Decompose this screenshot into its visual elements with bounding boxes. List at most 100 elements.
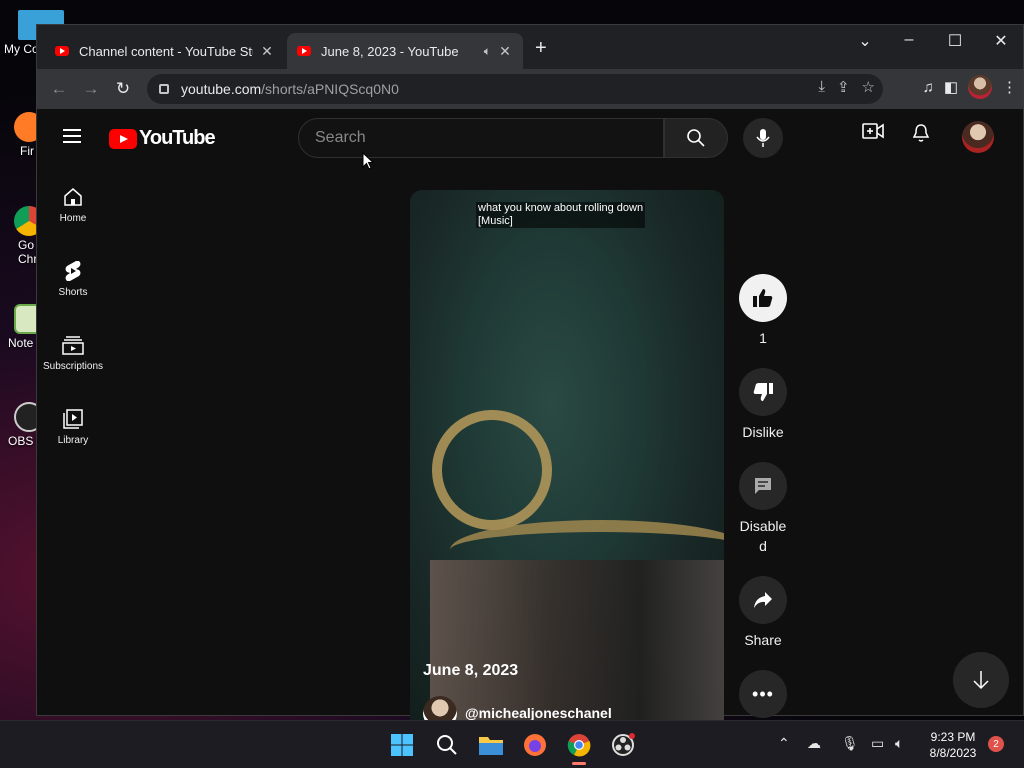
next-short-button[interactable] (953, 652, 1009, 708)
dislike-button[interactable] (739, 368, 787, 416)
install-app-icon[interactable]: ⤓ (818, 78, 825, 96)
library-icon (63, 409, 83, 429)
sidebar-item-library[interactable]: Library (37, 387, 109, 461)
notification-badge[interactable]: 2 (988, 736, 1004, 752)
browser-window: Channel content - YouTube Studio ✕ June … (36, 24, 1024, 730)
tab-bar: Channel content - YouTube Studio ✕ June … (37, 25, 1023, 69)
comments-label: Disable d (738, 516, 788, 556)
channel-handle[interactable]: @michealjoneschanel (465, 705, 612, 721)
taskbar-firefox[interactable] (519, 729, 551, 761)
search-input[interactable]: Search (298, 118, 664, 158)
user-avatar[interactable] (962, 121, 994, 153)
start-button[interactable] (386, 729, 418, 761)
sidebar-item-label: Library (57, 435, 89, 446)
clock-date: 8/8/2023 (929, 746, 977, 760)
taskbar-search-button[interactable] (431, 729, 463, 761)
taskbar-obs[interactable] (607, 729, 639, 761)
forward-button[interactable]: → (75, 79, 107, 99)
desktop-icon-notepad[interactable]: Note (0, 304, 44, 350)
more-horizontal-icon: ••• (752, 683, 774, 704)
show-hidden-icons-chevron-icon[interactable]: ⌃ (778, 735, 790, 752)
short-title: June 8, 2023 (423, 662, 519, 679)
desktop-icon-chrome[interactable]: Go Chr (0, 206, 44, 266)
tab-channel-content[interactable]: Channel content - YouTube Studio ✕ (45, 33, 285, 69)
home-icon (64, 188, 82, 206)
back-button[interactable]: ← (43, 79, 75, 99)
notifications-button[interactable] (912, 123, 930, 143)
logo-wordmark: YouTube (139, 127, 216, 149)
dislike-label: Dislike (742, 424, 784, 440)
media-control-icon[interactable]: ♫ (923, 79, 934, 96)
sidebar-item-shorts[interactable]: Shorts (37, 239, 109, 313)
lock-icon (159, 84, 169, 94)
firefox-icon (524, 734, 546, 756)
bell-icon (912, 124, 930, 142)
more-options-button[interactable]: ••• (739, 670, 787, 718)
search-button[interactable] (664, 118, 728, 158)
system-clock[interactable]: 9:23 PM 8/8/2023 (926, 729, 980, 761)
sidebar-item-home[interactable]: Home (37, 165, 109, 239)
desktop-icon-firefox[interactable]: Fir (0, 112, 44, 158)
tab-title: Channel content - YouTube Studio (79, 43, 253, 59)
youtube-play-icon (109, 128, 137, 149)
caption-line: [Music] (478, 215, 513, 227)
url-host: youtube.com (181, 81, 262, 97)
desktop-icon-label: OBS S (8, 434, 36, 448)
microphone-icon (756, 129, 770, 147)
profile-avatar[interactable] (968, 75, 992, 99)
create-button[interactable] (862, 123, 884, 139)
share-button[interactable] (739, 576, 787, 624)
more-menu-icon[interactable]: ⋮ (1002, 78, 1017, 96)
desktop-icon-label: Go Chr (18, 238, 36, 266)
voice-search-button[interactable] (743, 118, 783, 158)
desktop-icon-label: Fir (20, 144, 34, 158)
comments-label-line: d (759, 538, 767, 554)
desktop-icon-label: My Co (4, 42, 36, 56)
close-window-button[interactable]: ✕ (981, 31, 1021, 51)
desktop-icon-obs[interactable]: OBS S (0, 402, 44, 448)
youtube-page: YouTube Search Home Shorts Subscriptions… (37, 109, 1023, 730)
comment-icon (755, 478, 771, 494)
microphone-icon[interactable]: 🎙︎ (841, 735, 859, 752)
taskbar-file-explorer[interactable] (475, 729, 507, 761)
dislike-action: Dislike (738, 368, 788, 442)
chrome-icon (567, 734, 591, 757)
thumbs-down-icon (753, 383, 773, 401)
desktop-icon-my-computer[interactable]: My Co (0, 10, 64, 56)
new-tab-button[interactable]: + (535, 37, 547, 60)
browser-toolbar: ← → ↻ youtube.com/shorts/aPNIQScq0N0 ⤓ ⇪… (37, 69, 1023, 109)
like-count: 1 (759, 330, 767, 346)
shorts-video-player[interactable]: what you know about rolling down [Music]… (410, 190, 724, 730)
sidebar: Home Shorts Subscriptions Library (37, 165, 109, 461)
sidebar-item-label: Home (59, 213, 87, 224)
sidebar-item-subscriptions[interactable]: Subscriptions (37, 313, 109, 387)
side-panel-icon[interactable]: ◧ (944, 78, 958, 96)
taskbar-chrome[interactable] (563, 729, 595, 765)
comments-button[interactable] (739, 462, 787, 510)
clock-time: 9:23 PM (930, 730, 976, 744)
desktop-icon-label: Note (8, 336, 34, 350)
network-icon[interactable]: ▭ (871, 735, 884, 752)
video-caption: what you know about rolling down [Music] (476, 202, 646, 228)
speaker-icon[interactable]: 🔈︎ (484, 44, 491, 59)
close-tab-icon[interactable]: ✕ (259, 43, 275, 60)
like-button[interactable] (739, 274, 787, 322)
search-placeholder: Search (315, 129, 366, 146)
close-tab-icon[interactable]: ✕ (497, 43, 513, 60)
youtube-logo[interactable]: YouTube (109, 127, 216, 150)
thumbs-up-icon (753, 289, 773, 307)
onedrive-cloud-icon[interactable]: ☁ (807, 735, 821, 752)
caption-line: what you know about rolling down (478, 202, 644, 214)
volume-icon[interactable]: 🔈︎ (895, 735, 903, 752)
subscriptions-icon (62, 336, 84, 355)
address-bar[interactable]: youtube.com/shorts/aPNIQScq0N0 ⤓ ⇪ ☆ (147, 74, 883, 104)
hamburger-menu-icon[interactable] (63, 129, 81, 147)
maximize-button[interactable]: ☐ (935, 31, 975, 51)
tab-search-chevron-icon[interactable]: ⌄ (845, 31, 885, 51)
minimize-button[interactable]: – (889, 31, 929, 49)
bookmark-star-icon[interactable]: ☆ (862, 78, 875, 96)
tab-june-8-2023[interactable]: June 8, 2023 - YouTube 🔈︎ ✕ (287, 33, 523, 69)
share-page-icon[interactable]: ⇪ (837, 78, 850, 96)
reload-button[interactable]: ↻ (107, 79, 139, 99)
sidebar-item-label: Subscriptions (42, 361, 104, 372)
